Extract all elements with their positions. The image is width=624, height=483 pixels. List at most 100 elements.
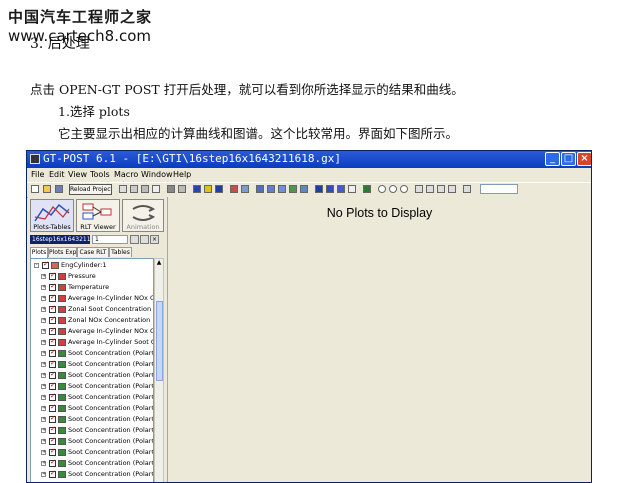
scroll-thumb[interactable]: [156, 301, 163, 381]
zoom-fit-icon[interactable]: [400, 185, 408, 193]
checkbox-icon[interactable]: [49, 325, 56, 336]
expand-icon[interactable]: +: [41, 384, 46, 389]
expand-icon[interactable]: +: [41, 285, 46, 290]
new-icon[interactable]: [31, 185, 39, 193]
grid-4-icon[interactable]: [289, 185, 297, 193]
tab-plots-expl[interactable]: Plots Expl: [48, 247, 78, 257]
case-spinner[interactable]: 1: [92, 235, 128, 244]
checkbox-icon[interactable]: [49, 424, 56, 435]
grid-2-icon[interactable]: [267, 185, 275, 193]
layout-1-icon[interactable]: [193, 185, 201, 193]
page-input[interactable]: [480, 184, 518, 194]
first-page-icon[interactable]: [415, 185, 423, 193]
table-2-icon[interactable]: [326, 185, 334, 193]
tree-scrollbar[interactable]: ▲: [154, 258, 164, 482]
scroll-up-icon[interactable]: ▲: [155, 259, 163, 267]
cut-icon[interactable]: [119, 185, 127, 193]
panel-minimize-button[interactable]: [140, 235, 149, 244]
expand-icon[interactable]: +: [41, 373, 46, 378]
tab-case-rlt[interactable]: Case RLT: [77, 247, 109, 257]
save-icon[interactable]: [55, 185, 63, 193]
reload-project-button[interactable]: Reload Project: [69, 184, 112, 195]
goto-page-icon[interactable]: [463, 185, 471, 193]
checkbox-icon[interactable]: [42, 259, 49, 270]
checkbox-icon[interactable]: [49, 435, 56, 446]
expand-icon[interactable]: +: [41, 351, 46, 356]
checkbox-icon[interactable]: [49, 336, 56, 347]
expand-icon[interactable]: +: [41, 461, 46, 466]
checkbox-icon[interactable]: [49, 457, 56, 468]
checkbox-icon[interactable]: [49, 314, 56, 325]
grid-1-icon[interactable]: [256, 185, 264, 193]
expand-icon[interactable]: +: [41, 362, 46, 367]
print-icon[interactable]: [167, 185, 175, 193]
checkbox-icon[interactable]: [49, 402, 56, 413]
menu-macro[interactable]: Macro: [114, 169, 138, 181]
expand-icon[interactable]: +: [41, 329, 46, 334]
panel-close-icon[interactable]: ×: [150, 235, 159, 244]
file-selector[interactable]: 16step16x16432116: [30, 235, 90, 244]
plots-tables-button[interactable]: Plots-Tables: [30, 199, 74, 232]
zoom-in-icon[interactable]: [378, 185, 386, 193]
prev-page-icon[interactable]: [426, 185, 434, 193]
expand-icon[interactable]: +: [41, 472, 46, 477]
open-icon[interactable]: [43, 185, 51, 193]
menu-file[interactable]: File: [31, 169, 44, 181]
expand-icon[interactable]: +: [41, 340, 46, 345]
menu-tools[interactable]: Tools: [90, 169, 110, 181]
checkbox-icon[interactable]: [49, 391, 56, 402]
checkbox-icon[interactable]: [49, 303, 56, 314]
expand-icon[interactable]: +: [41, 274, 46, 279]
table-3-icon[interactable]: [337, 185, 345, 193]
zoom-out-icon[interactable]: [389, 185, 397, 193]
expand-icon[interactable]: +: [41, 395, 46, 400]
tree-item-row[interactable]: + Soot Concentration (PolarC: [31, 468, 153, 480]
checkbox-icon[interactable]: [49, 281, 56, 292]
checkbox-icon[interactable]: [49, 446, 56, 457]
expand-icon[interactable]: +: [41, 417, 46, 422]
menu-window[interactable]: Window: [141, 169, 173, 181]
undo-icon[interactable]: [152, 185, 160, 193]
checkbox-icon[interactable]: [49, 413, 56, 424]
tab-plots[interactable]: Plots: [30, 247, 48, 258]
expand-icon[interactable]: +: [41, 406, 46, 411]
menu-view[interactable]: View: [68, 169, 87, 181]
expand-icon[interactable]: +: [41, 439, 46, 444]
collapse-icon[interactable]: -: [34, 263, 39, 268]
chart-style-icon[interactable]: [230, 185, 238, 193]
layout-3-icon[interactable]: [215, 185, 223, 193]
minimize-button[interactable]: _: [545, 152, 560, 166]
checkbox-icon[interactable]: [49, 369, 56, 380]
table-4-icon[interactable]: [348, 185, 356, 193]
export-icon[interactable]: [363, 185, 371, 193]
checkbox-icon[interactable]: [49, 380, 56, 391]
printer-icon[interactable]: [178, 185, 186, 193]
expand-icon[interactable]: +: [41, 450, 46, 455]
checkbox-icon[interactable]: [49, 347, 56, 358]
tab-tables[interactable]: Tables: [109, 247, 132, 257]
panel-restore-button[interactable]: [130, 235, 139, 244]
layout-2-icon[interactable]: [204, 185, 212, 193]
paste-icon[interactable]: [141, 185, 149, 193]
next-page-icon[interactable]: [437, 185, 445, 193]
menu-edit[interactable]: Edit: [49, 169, 65, 181]
copy-icon[interactable]: [130, 185, 138, 193]
checkbox-icon[interactable]: [49, 358, 56, 369]
axis-icon[interactable]: [241, 185, 249, 193]
expand-icon[interactable]: +: [41, 428, 46, 433]
checkbox-icon[interactable]: [49, 270, 56, 281]
expand-icon[interactable]: +: [41, 318, 46, 323]
animation-button[interactable]: Animation: [122, 199, 164, 232]
close-button[interactable]: ×: [577, 152, 591, 166]
expand-icon[interactable]: +: [41, 307, 46, 312]
checkbox-icon[interactable]: [49, 468, 56, 479]
rlt-viewer-button[interactable]: RLT Viewer: [76, 199, 120, 232]
last-page-icon[interactable]: [448, 185, 456, 193]
grid-3-icon[interactable]: [278, 185, 286, 193]
table-1-icon[interactable]: [315, 185, 323, 193]
maximize-button[interactable]: □: [561, 152, 576, 166]
grid-5-icon[interactable]: [300, 185, 308, 193]
menu-help[interactable]: Help: [173, 169, 191, 181]
expand-icon[interactable]: +: [41, 296, 46, 301]
checkbox-icon[interactable]: [49, 292, 56, 303]
